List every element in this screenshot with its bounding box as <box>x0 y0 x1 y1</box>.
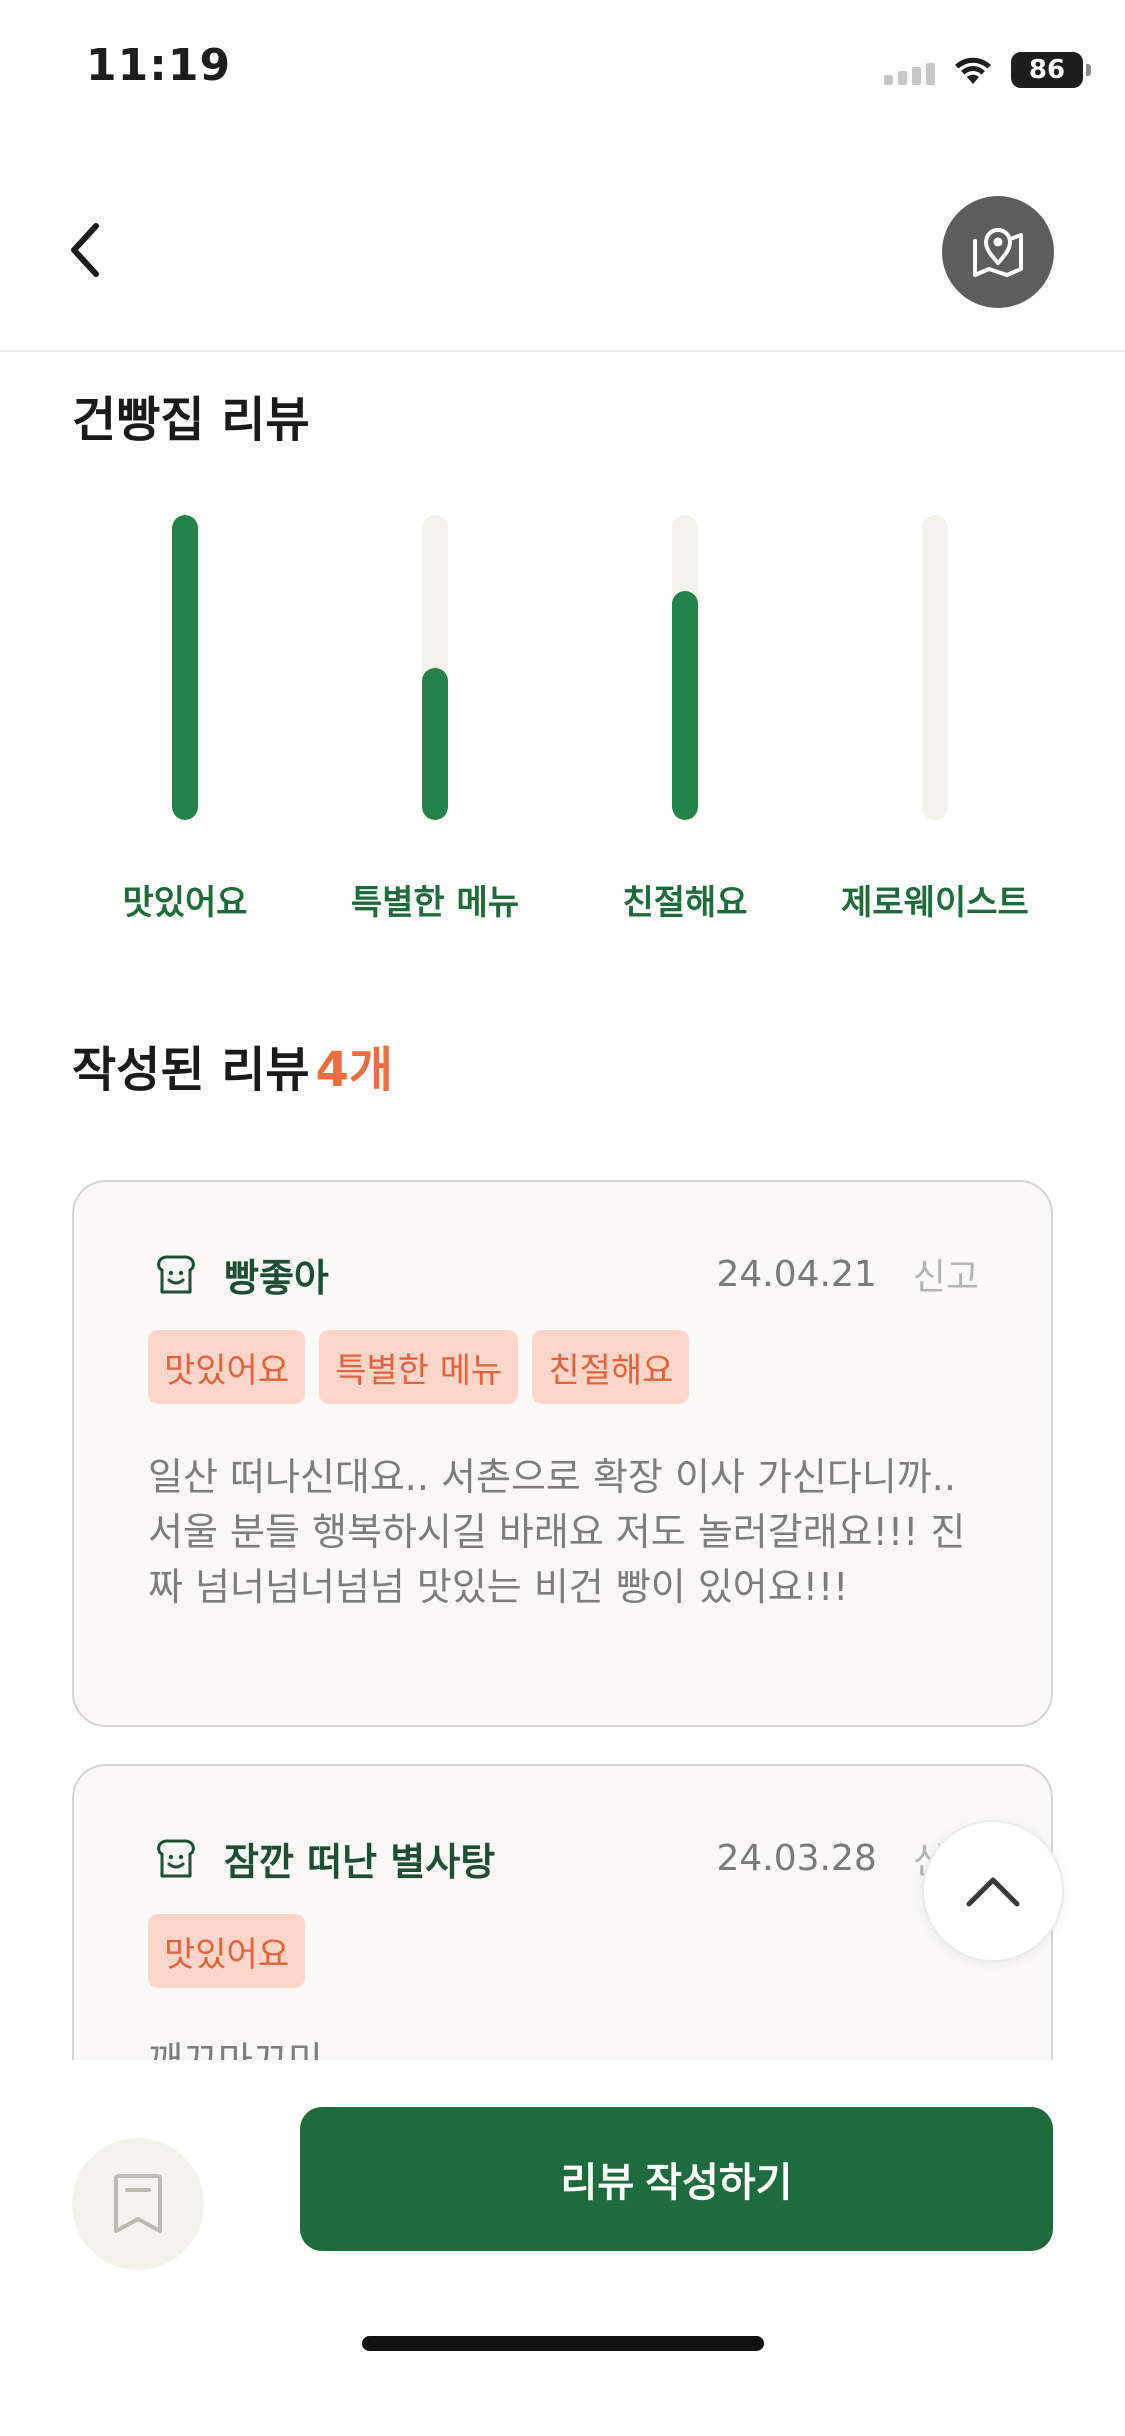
review-card: 빵좋아 24.04.21 신고 맛있어요 특별한 메뉴 친절해요 일산 떠나신대… <box>72 1180 1053 1727</box>
review-date: 24.04.21 <box>716 1253 877 1295</box>
chart-bar-column: 제로웨이스트 <box>825 515 1045 935</box>
map-pin-icon <box>973 228 1023 277</box>
avatar <box>154 1252 198 1296</box>
scroll-top-button[interactable] <box>922 1820 1064 1962</box>
status-time: 11:19 <box>86 40 232 91</box>
chart-category-label: 특별한 메뉴 <box>350 883 520 923</box>
reviews-count: 4개 <box>315 1042 394 1098</box>
reviews-heading: 작성된 리뷰 4개 <box>72 1030 393 1100</box>
wifi-icon <box>955 57 991 84</box>
review-tag: 맛있어요 <box>148 1914 306 1988</box>
chart-category-label: 맛있어요 <box>122 883 248 923</box>
review-date: 24.03.28 <box>716 1837 877 1879</box>
report-button[interactable]: 신고 <box>913 1248 979 1300</box>
back-button[interactable] <box>56 220 116 280</box>
chart-bar-column: 친절해요 <box>575 515 795 935</box>
review-tag: 특별한 메뉴 <box>319 1330 519 1404</box>
review-stats-chart: 맛있어요 특별한 메뉴 친절해요 제로웨이스트 <box>60 515 1060 935</box>
chevron-up-icon <box>966 1877 1020 1907</box>
bread-face-icon <box>157 1255 195 1294</box>
chart-bar-track <box>672 515 698 820</box>
reviewer-name: 잠깐 떠난 별사탕 <box>224 1839 496 1884</box>
bookmark-button[interactable] <box>72 2138 204 2270</box>
chart-bar-track <box>172 515 198 820</box>
write-review-button[interactable]: 리뷰 작성하기 <box>300 2107 1053 2251</box>
top-nav <box>0 190 1125 352</box>
chart-bar <box>672 591 698 820</box>
battery-indicator: 86 <box>1011 52 1091 88</box>
chart-bar-track <box>422 515 448 820</box>
status-icons: 86 <box>884 48 1091 92</box>
chart-bar-column: 맛있어요 <box>75 515 295 935</box>
chart-category-label: 제로웨이스트 <box>841 883 1029 923</box>
cellular-signal-icon <box>884 55 935 85</box>
review-tag: 친절해요 <box>532 1330 690 1404</box>
map-button[interactable] <box>942 196 1054 308</box>
reviewer-name: 빵좋아 <box>224 1255 329 1300</box>
chart-bar-track <box>922 515 948 820</box>
chart-bar-column: 특별한 메뉴 <box>325 515 545 935</box>
chart-bar <box>422 667 448 820</box>
reviews-heading-label: 작성된 리뷰 <box>72 1042 310 1098</box>
home-indicator <box>362 2336 764 2351</box>
review-header: 잠깐 떠난 별사탕 24.03.28 신고 <box>154 1828 979 1888</box>
avatar <box>154 1836 198 1880</box>
review-header: 빵좋아 24.04.21 신고 <box>154 1244 979 1304</box>
review-tags: 맛있어요 특별한 메뉴 친절해요 <box>148 1330 690 1404</box>
page-title: 건빵집 리뷰 <box>72 392 310 448</box>
review-tags: 맛있어요 <box>148 1914 306 1988</box>
chart-bar <box>172 515 198 820</box>
bread-face-icon <box>157 1839 195 1878</box>
status-bar: 11:19 86 <box>0 0 1125 140</box>
chart-category-label: 친절해요 <box>622 883 748 923</box>
bookmark-icon <box>114 2174 162 2233</box>
chevron-left-icon <box>71 223 99 277</box>
bottom-action-bar: 리뷰 작성하기 <box>0 2060 1125 2436</box>
review-body: 일산 떠나신대요.. 서촌으로 확장 이사 가신다니까.. 서울 분들 행복하시… <box>148 1455 966 1609</box>
review-tag: 맛있어요 <box>148 1330 306 1404</box>
